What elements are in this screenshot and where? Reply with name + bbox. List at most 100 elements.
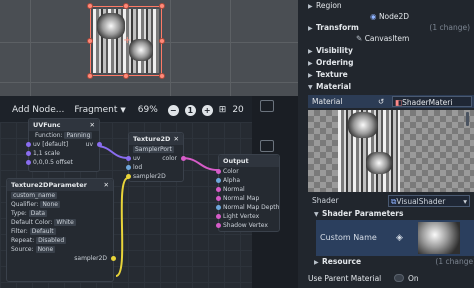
material-resource-picker[interactable]: ◧ShaderMateri [392, 96, 472, 107]
qualifier-select[interactable]: None [40, 201, 60, 208]
transform-section[interactable]: ▶ Transform (1 change) [300, 22, 474, 33]
resource-section[interactable]: ▶ Resource (1 change) [306, 256, 474, 267]
canvasitem-class-header: ✎ CanvasItem [356, 34, 410, 43]
input-normal-map-depth: Normal Map Depth [223, 204, 280, 211]
input-port[interactable] [216, 178, 221, 183]
input-port[interactable] [216, 187, 221, 192]
side-panel-icon[interactable] [260, 140, 274, 152]
snap-distance[interactable]: 20 [232, 105, 243, 115]
field-label: Repeat: [11, 237, 35, 244]
shader-editor-toolbar: Add Node... Fragment ▼ 69% − 1 + ⊞ 20 [0, 100, 252, 120]
grid-snap-icon[interactable]: ⊞ [219, 105, 227, 115]
custom-name-parameter-row: Custom Name ◈ [316, 220, 474, 256]
node-title: Output [223, 157, 249, 165]
use-parent-material-checkbox[interactable] [394, 274, 404, 282]
scene-viewport[interactable]: + [0, 0, 298, 96]
material-section[interactable]: ▼ Material [300, 81, 474, 92]
input-port[interactable] [216, 205, 221, 210]
reset-icon[interactable]: ↺ [378, 95, 384, 108]
shader-property-row: Shader ⧉VisualShader ▾ [308, 194, 474, 208]
input-port[interactable] [216, 214, 221, 219]
input-port[interactable] [126, 165, 131, 170]
resize-handle-l[interactable] [87, 38, 93, 44]
uvfunc-node[interactable]: UVFunc ✕ Function: Panning uv [default] uv… [26, 118, 102, 172]
parameter-name-field[interactable]: custom_name [11, 192, 58, 199]
shader-resource-picker[interactable]: ⧉VisualShader ▾ [388, 195, 470, 207]
input-port[interactable] [26, 160, 31, 165]
close-icon[interactable]: ✕ [90, 121, 95, 129]
node-title: Texture2DParameter [11, 181, 87, 189]
texture-thumbnail[interactable] [418, 222, 460, 254]
shader-label: Shader [312, 196, 339, 205]
ordering-section[interactable]: ▶ Ordering [300, 57, 474, 68]
input-port[interactable] [126, 156, 131, 161]
input-lod: lod [133, 164, 143, 171]
input-uv: uv [default] [33, 141, 69, 148]
chevron-right-icon: ▶ [314, 259, 319, 266]
texture2d-parameter-node[interactable]: Texture2DParameter ✕ custom_name Qualifie… [6, 178, 116, 282]
use-parent-material-label: Use Parent Material [308, 274, 382, 283]
texture2d-node[interactable]: Texture2D ✕ SamplerPort uv color lod sampl… [126, 132, 186, 182]
cube-icon[interactable]: ◈ [396, 220, 403, 256]
shader-parameters-section[interactable]: ▼ Shader Parameters [306, 208, 474, 219]
material-label: Material [312, 97, 343, 106]
function-label: Function: [35, 132, 63, 139]
source-select[interactable]: None [35, 246, 56, 253]
input-sampler: sampler2D [133, 173, 166, 180]
resize-handle-r[interactable] [159, 38, 165, 44]
material-preview [308, 110, 474, 192]
function-select[interactable]: Panning [64, 132, 93, 139]
zoom-reset-icon[interactable]: 1 [184, 104, 196, 116]
resize-handle-bl[interactable] [87, 73, 93, 79]
source-select[interactable]: SamplerPort [133, 146, 174, 153]
input-port[interactable] [26, 151, 31, 156]
use-parent-material-row: Use Parent Material On [300, 273, 474, 284]
resize-handle-tl[interactable] [87, 3, 93, 9]
input-port[interactable] [216, 196, 221, 201]
resize-handle-b[interactable] [123, 73, 129, 79]
region-section[interactable]: ▶ Region [300, 0, 474, 11]
input-port[interactable] [26, 142, 31, 147]
preview-scroll-marker [466, 112, 469, 126]
output-node[interactable]: Output Color Alpha Normal Normal Map Nor… [216, 154, 280, 232]
output-port[interactable] [181, 156, 186, 161]
chevron-right-icon: ▶ [308, 60, 313, 67]
input-port[interactable] [216, 223, 221, 228]
input-color: Color [223, 168, 239, 175]
chevron-down-icon: ▾ [463, 197, 467, 206]
output-port[interactable] [111, 256, 116, 261]
field-label: Qualifier: [11, 201, 39, 208]
default-color-select[interactable]: White [54, 219, 76, 226]
output-port[interactable] [97, 142, 102, 147]
resize-handle-t[interactable] [123, 3, 129, 9]
chevron-down-icon: ▼ [120, 106, 126, 114]
node2d-class-header: ◉ Node2D [370, 12, 410, 21]
add-node-button[interactable]: Add Node... [12, 105, 64, 115]
close-icon[interactable]: ✕ [174, 135, 179, 143]
input-alpha: Alpha [223, 177, 241, 184]
visibility-section[interactable]: ▶ Visibility [300, 45, 474, 56]
zoom-in-icon[interactable]: + [201, 104, 213, 116]
input-shadow-vertex: Shadow Vertex [223, 222, 268, 229]
input-port[interactable] [126, 174, 131, 179]
close-icon[interactable]: ✕ [104, 181, 109, 189]
input-port[interactable] [216, 169, 221, 174]
node-title: UVFunc [33, 121, 61, 129]
type-select[interactable]: Data [28, 210, 48, 217]
mode-select[interactable]: Fragment ▼ [74, 105, 125, 115]
repeat-select[interactable]: Disabled [36, 237, 67, 244]
resize-handle-br[interactable] [159, 73, 165, 79]
input-normal-map: Normal Map [223, 195, 260, 202]
texture-section[interactable]: ▶ Texture [300, 69, 474, 80]
chevron-right-icon: ▶ [308, 48, 313, 55]
sprite-selection[interactable]: + [87, 3, 165, 79]
filter-select[interactable]: Default [29, 228, 56, 235]
resize-handle-tr[interactable] [159, 3, 165, 9]
use-parent-material-value: On [408, 274, 419, 283]
side-panel-icon[interactable] [260, 100, 274, 112]
input-uv: uv [133, 155, 141, 162]
zoom-level: 69% [137, 105, 158, 115]
field-label: Default Color: [11, 219, 53, 226]
node-title: Texture2D [133, 135, 171, 143]
zoom-out-icon[interactable]: − [167, 104, 179, 116]
